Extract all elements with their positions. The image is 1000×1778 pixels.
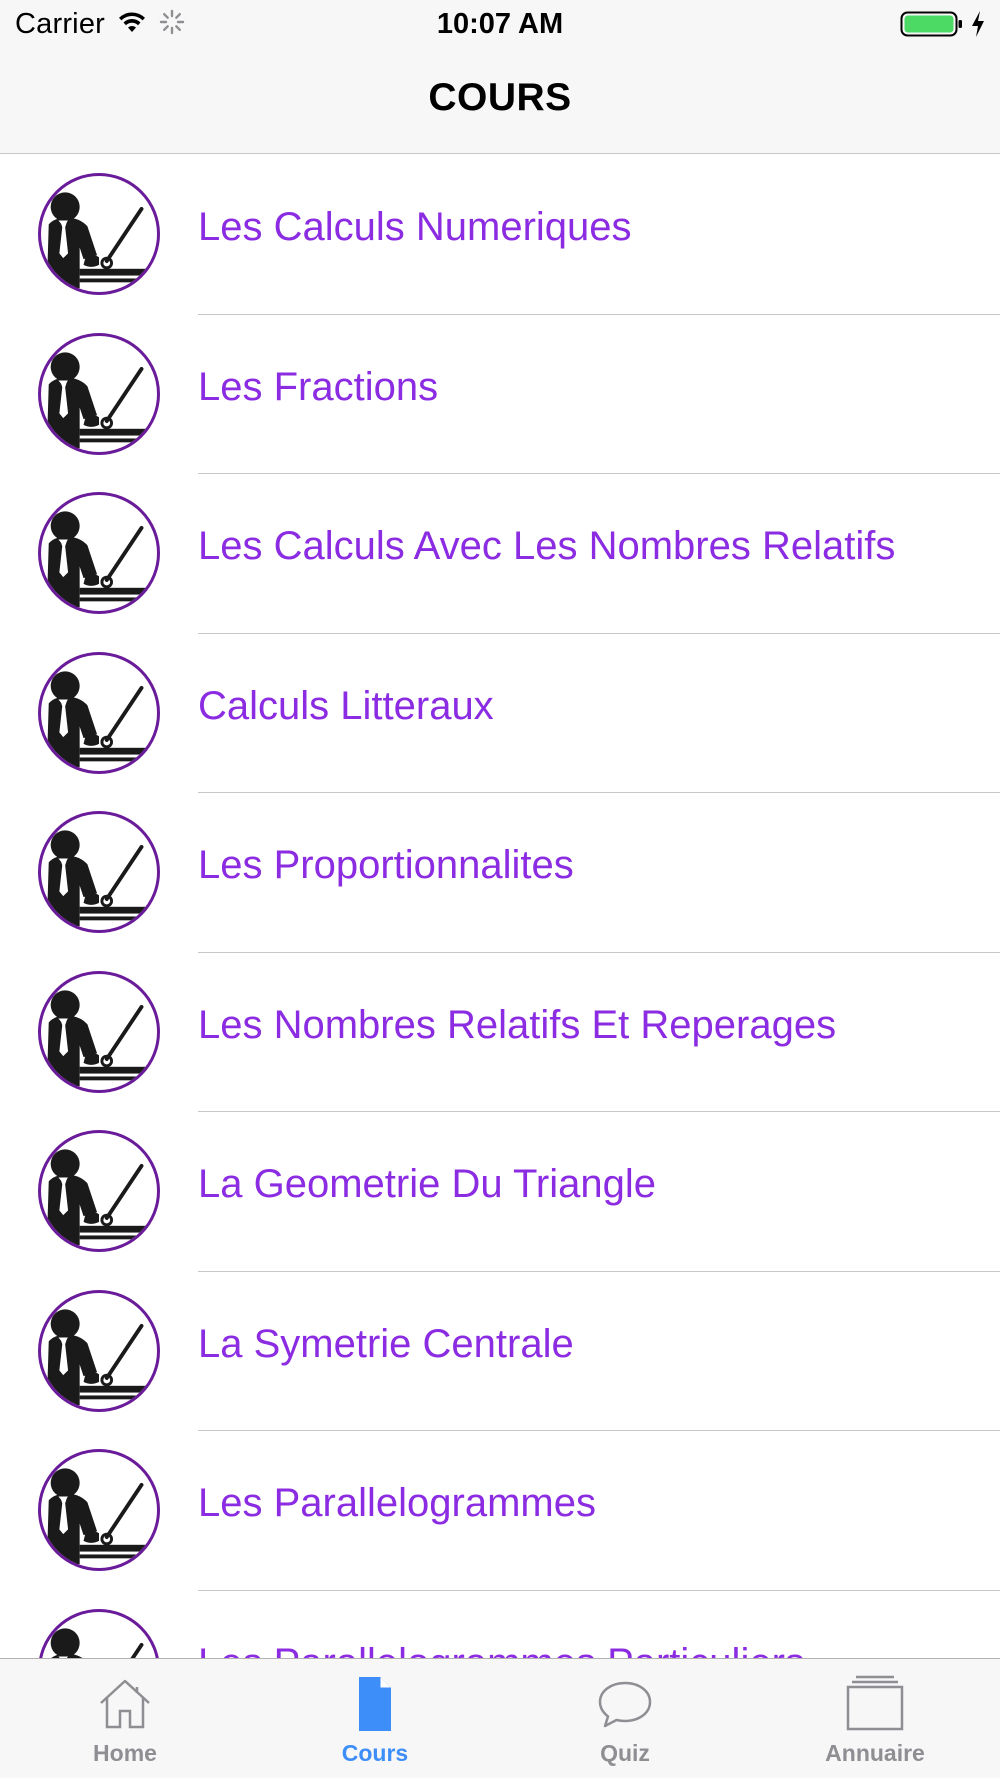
course-row[interactable]: La Symetrie Centrale [0, 1272, 1000, 1431]
course-row[interactable]: Calculs Litteraux [0, 634, 1000, 793]
course-row[interactable]: Les Calculs Numeriques [0, 155, 1000, 315]
course-title: La Symetrie Centrale [198, 1321, 574, 1366]
course-title: Les Parallelogrammes Particuliers [198, 1641, 805, 1659]
page-title: COURS [428, 76, 572, 119]
course-title: La Geometrie Du Triangle [198, 1162, 657, 1206]
status-bar: Carrier 10:07 AM [0, 0, 1000, 50]
teacher-icon [38, 1608, 160, 1658]
course-title: Les Nombres Relatifs Et Reperages [198, 1002, 837, 1047]
course-title: Les Proportionnalites [198, 843, 574, 887]
teacher-icon [38, 970, 160, 1093]
status-right [900, 10, 986, 43]
teacher-icon [38, 332, 160, 455]
tab-quiz[interactable]: Quiz [500, 1659, 750, 1778]
tab-home[interactable]: Home [0, 1659, 250, 1778]
teacher-icon [38, 492, 160, 614]
tab-cours-label: Cours [341, 1740, 409, 1766]
app-screen: Carrier 10:07 AM COURS Les Calculs Numer… [0, 0, 1000, 1778]
course-row[interactable]: Les Calculs Avec Les Nombres Relatifs [0, 474, 1000, 634]
tab-quiz-label: Quiz [600, 1740, 650, 1766]
course-title: Les Calculs Numeriques [198, 205, 632, 249]
course-title: Les Parallelogrammes [198, 1481, 596, 1525]
tab-annuaire-label: Annuaire [825, 1740, 925, 1766]
course-row[interactable]: Les Proportionnalites [0, 793, 1000, 953]
folder-stack-icon [845, 1673, 905, 1733]
teacher-icon [38, 811, 160, 933]
navigation-bar: COURS [0, 50, 1000, 154]
teacher-icon [38, 1449, 160, 1571]
battery-icon [900, 10, 964, 43]
course-row[interactable]: Les Parallelogrammes Particuliers [0, 1591, 1000, 1659]
course-row[interactable]: Les Nombres Relatifs Et Reperages [0, 953, 1000, 1112]
chat-bubble-icon [595, 1673, 655, 1733]
tab-cours[interactable]: Cours [250, 1659, 500, 1778]
course-title: Les Fractions [198, 364, 439, 409]
teacher-icon [38, 173, 160, 295]
course-row[interactable]: Les Fractions [0, 315, 1000, 474]
course-row[interactable]: Les Parallelogrammes [0, 1431, 1000, 1591]
teacher-icon [38, 1289, 160, 1412]
home-icon [95, 1673, 155, 1733]
document-icon [345, 1673, 405, 1733]
course-title: Les Calculs Avec Les Nombres Relatifs [198, 524, 896, 568]
teacher-icon [38, 651, 160, 774]
course-title: Calculs Litteraux [198, 683, 494, 728]
status-time: 10:07 AM [436, 8, 564, 40]
course-row[interactable]: La Geometrie Du Triangle [0, 1112, 1000, 1272]
tab-home-label: Home [93, 1740, 157, 1766]
tab-annuaire[interactable]: Annuaire [750, 1659, 1000, 1778]
charging-bolt-icon [970, 10, 986, 43]
course-list[interactable]: Les Calculs Numeriques Les Fractions Les… [0, 155, 1000, 1658]
tab-bar: Home Cours Quiz Annuaire [0, 1658, 1000, 1778]
teacher-icon [38, 1130, 160, 1252]
